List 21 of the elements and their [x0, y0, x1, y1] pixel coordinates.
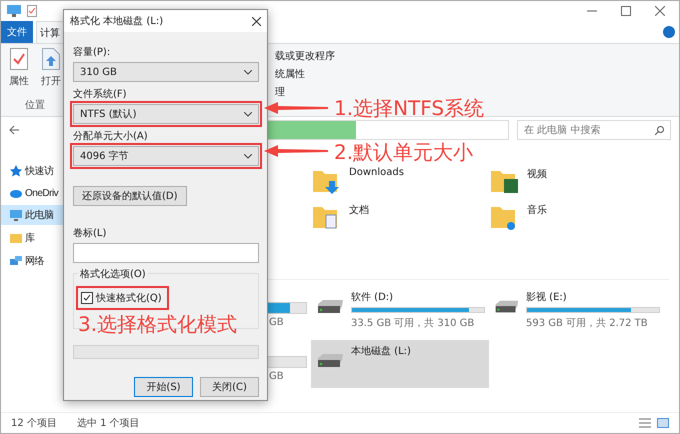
field-label: 分配单元大小(A)	[73, 130, 149, 143]
annotation-text: 3.选择格式化模式	[78, 314, 238, 334]
field-label: 卷标(L)	[73, 226, 108, 240]
dialog-title: 格式化 本地磁盘 (L:)	[70, 14, 164, 28]
ribbon-label: 属性	[9, 74, 29, 88]
field-label: 容量(P):	[73, 46, 112, 59]
group-label: 格式化选项(O)	[78, 267, 148, 281]
annotation-text: 2.默认单元大小	[334, 142, 474, 162]
drive-info: GB	[269, 371, 285, 382]
drive-name: 本地磁盘 (L:)	[351, 344, 412, 358]
drive-info: 33.5 GB 可用，共 310 GB	[351, 316, 476, 330]
annotation-text: 1.选择NTFS系统	[334, 98, 484, 118]
status-text: 12 个项目	[11, 417, 57, 430]
drive-info: GB	[269, 317, 285, 328]
field-label: 文件系统(F)	[73, 88, 128, 101]
status-text: 选中 1 个项目	[76, 416, 140, 430]
drive-name: 软件 (D:)	[351, 291, 394, 304]
drive-info: 593 GB 可用，共 2.72 TB	[526, 316, 649, 330]
group-label: 位置	[25, 98, 45, 112]
drive-name: 影视 (E:)	[526, 290, 568, 304]
ribbon-label: 打开	[41, 74, 61, 88]
